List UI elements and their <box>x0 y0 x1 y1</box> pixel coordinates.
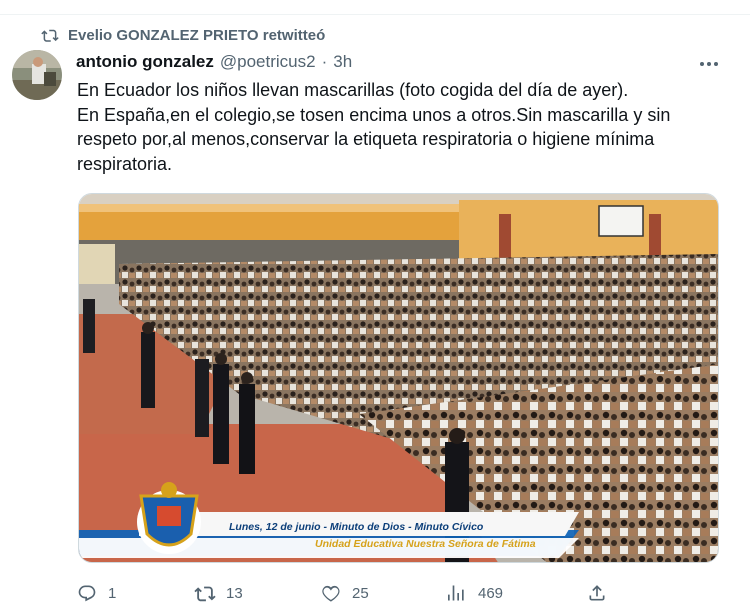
tweet-time[interactable]: 3h <box>333 52 352 72</box>
reply-button[interactable]: 1 <box>76 580 116 606</box>
caption-date: Lunes, 12 de junio - Minuto de Dios - Mi… <box>229 521 484 533</box>
retweet-icon <box>40 25 60 45</box>
retweet-action-icon <box>194 582 216 604</box>
reply-icon <box>76 582 98 604</box>
retweet-count: 13 <box>226 584 243 602</box>
separator-dot: · <box>321 52 328 71</box>
like-count: 25 <box>352 584 369 602</box>
retweet-label: Evelio GONZALEZ PRIETO retwitteó <box>68 26 326 44</box>
caption-school: Unidad Educativa Nuestra Señora de Fátim… <box>315 538 536 550</box>
tweet-header: antonio gonzalez @poetricus2 · 3h <box>76 52 352 72</box>
views-icon <box>446 582 468 604</box>
retweet-button[interactable]: 13 <box>194 580 243 606</box>
school-assembly-photo <box>79 194 718 562</box>
views-count: 469 <box>478 584 504 602</box>
tweet-text: En Ecuador los niños llevan mascarillas … <box>77 78 727 176</box>
author-name[interactable]: antonio gonzalez <box>76 52 214 72</box>
reply-count: 1 <box>108 584 117 602</box>
tweet-media[interactable]: Lunes, 12 de junio - Minuto de Dios - Mi… <box>78 193 719 563</box>
retweet-context[interactable]: Evelio GONZALEZ PRIETO retwitteó <box>40 24 325 46</box>
views-button[interactable]: 469 <box>446 580 503 606</box>
more-icon[interactable] <box>698 54 720 74</box>
like-button[interactable]: 25 <box>320 580 369 606</box>
like-icon <box>320 582 342 604</box>
avatar[interactable] <box>12 50 62 100</box>
author-handle[interactable]: @poetricus2 <box>220 52 316 72</box>
share-button[interactable] <box>586 580 608 606</box>
tweet-actions: 1 13 25 469 <box>76 580 636 606</box>
share-icon <box>586 582 608 604</box>
tweet-line: En España,en el colegio,se tosen encima … <box>77 104 671 174</box>
tweet-line: En Ecuador los niños llevan mascarillas … <box>77 80 629 100</box>
timeline-divider <box>0 0 750 15</box>
